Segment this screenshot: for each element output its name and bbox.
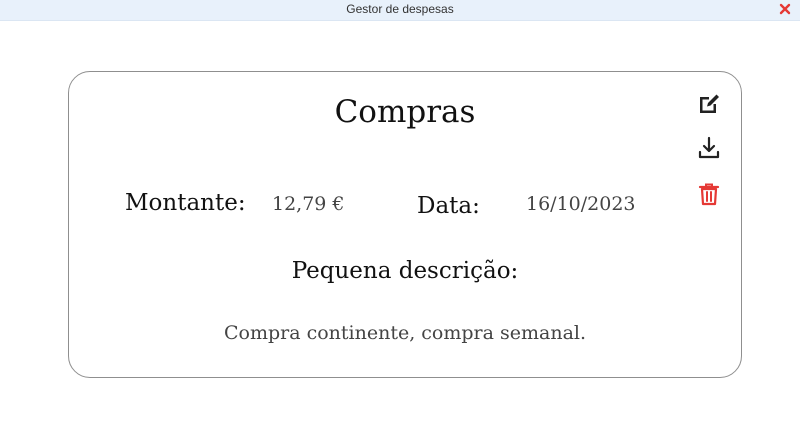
expense-title: Compras <box>334 94 476 130</box>
download-button[interactable] <box>695 134 723 162</box>
description-label: Pequena descrição: <box>291 258 519 284</box>
edit-button[interactable] <box>695 90 723 118</box>
description-text: Compra continente, compra semanal. <box>223 322 587 344</box>
download-icon <box>698 136 720 159</box>
amount-label: Montante: <box>125 190 246 216</box>
trash-icon <box>698 183 720 206</box>
amount-value: 12,79 € <box>272 193 345 215</box>
delete-button[interactable] <box>695 180 723 208</box>
edit-icon <box>700 94 719 113</box>
date-label: Data: <box>417 193 480 219</box>
date-value: 16/10/2023 <box>526 193 636 215</box>
amount-value-wrap: 12,79 € <box>272 193 345 215</box>
close-icon[interactable] <box>778 2 792 16</box>
window-title: Gestor de despesas <box>346 2 454 16</box>
amount-label-wrap: Montante: <box>125 190 246 216</box>
date-label-wrap: Data: <box>417 193 480 219</box>
window-titlebar: Gestor de despesas <box>0 0 800 21</box>
expense-card: Compras Montante: 12,79 € Data: 16/10/20… <box>68 71 742 378</box>
date-value-wrap: 16/10/2023 <box>526 193 636 215</box>
